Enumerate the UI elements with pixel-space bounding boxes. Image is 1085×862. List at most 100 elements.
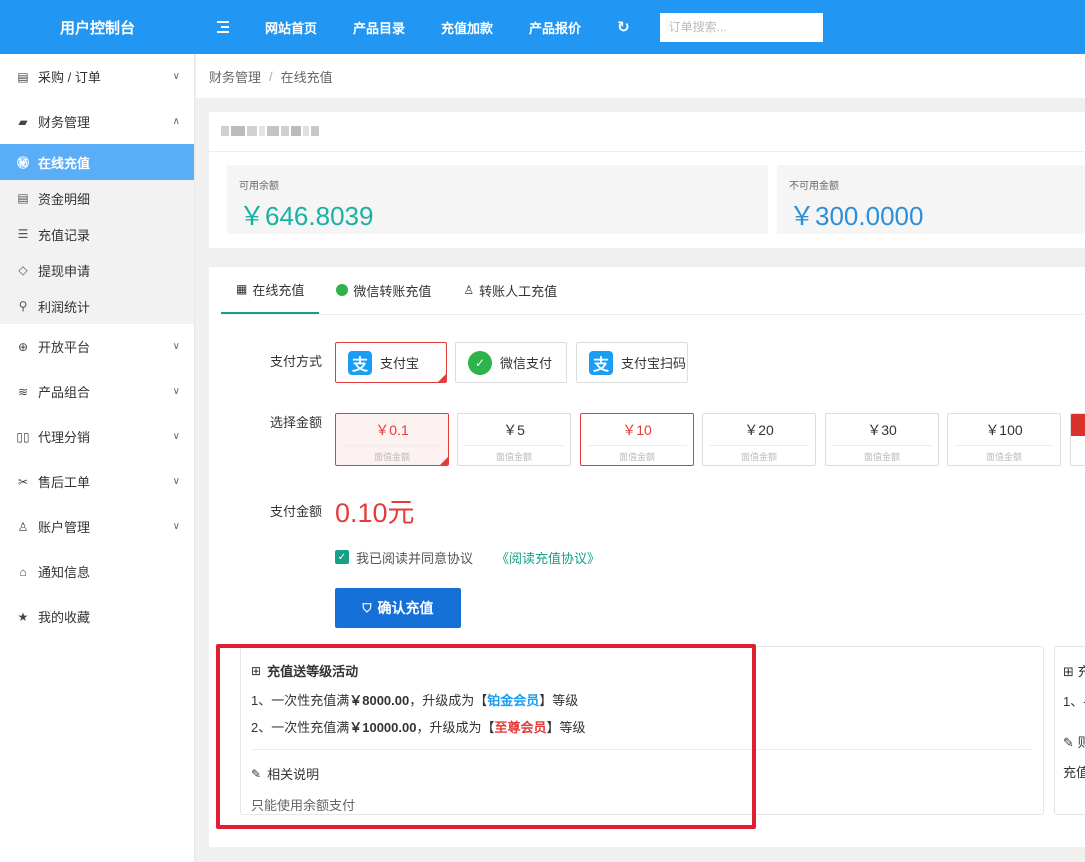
sidebar-item-agency[interactable]: ▯▯ 代理分销 ∨ [0,414,194,459]
sidebar-item-recharge-records[interactable]: ☰ 充值记录 [0,216,194,252]
available-balance-box: 可用余额 ￥646.8039 [227,165,768,234]
sidebar-item-label: 开放平台 [38,340,91,355]
edit-icon: ✎ [1063,735,1074,750]
sidebar-item-profit[interactable]: ⚲ 利润统计 [0,288,194,324]
nav-recharge[interactable]: 充值加款 [441,18,493,37]
sidebar-item-online-recharge[interactable]: ㊙ 在线充值 [0,144,194,180]
sidebar-item-label: 账户管理 [38,520,91,535]
gift-tag-icon [1071,414,1085,436]
promo-text: 】等级 [546,720,586,735]
promo-amount: ￥8000.00 [349,693,410,708]
tab-wechat-transfer[interactable]: 微信转账充值 [321,266,446,314]
agreement-link[interactable]: 《阅读充值协议》 [496,548,600,567]
sidebar-item-account[interactable]: ♙ 账户管理 ∨ [0,504,194,549]
amount-option[interactable]: ￥30 面值金额 [825,413,939,466]
partial-note: ✎ 则 [1063,732,1085,751]
partial-line: 1、- [1063,694,1085,709]
amount-sublabel: 面值金额 [863,451,900,462]
yen-icon: ㊙ [16,155,29,170]
amount-sublabel: 面值金额 [740,451,777,462]
sidebar-item-label: 我的收藏 [38,610,91,625]
sidebar-item-notifications[interactable]: ⌂ 通知信息 [0,549,194,594]
amount-option[interactable]: ￥5 面值金额 [457,413,571,466]
tab-online-recharge[interactable]: ▦ 在线充值 [221,266,320,314]
nav-catalog[interactable]: 产品目录 [353,18,405,37]
amount-option[interactable]: ￥20 面值金额 [702,413,816,466]
sidebar-item-withdraw[interactable]: ◇ 提现申请 [0,252,194,288]
windows-icon: ▦ [236,282,248,296]
promo-text: 2、一次性充值满 [251,720,350,735]
sidebar-item-label: 财务管理 [38,115,91,130]
pay-amount-value: 0.10元 [335,498,415,528]
partial-text: 则 [1078,735,1085,750]
alipay-icon: 支 [589,350,613,375]
gift-icon: ⊞ [251,663,262,678]
tab-manual-transfer[interactable]: ♙ 转账人工充值 [448,266,572,314]
sidebar-item-label: 利润统计 [38,299,91,315]
star-icon: ★ [17,609,29,624]
pay-method-alipay[interactable]: 支 支付宝 [335,342,447,383]
sidebar-item-open-platform[interactable]: ⊕ 开放平台 ∨ [0,324,194,369]
refresh-icon[interactable]: ↻ [617,18,630,36]
amount-value: ￥10 [587,414,687,446]
promo-text: 1、一次性充值满 [251,693,350,708]
confirm-recharge-button[interactable]: ⛉ 确认充值 [335,588,461,628]
note-text: 只能使用余额支付 [251,798,356,813]
amount-option[interactable]: ￥10 面值金额 [580,413,694,466]
pay-method-wechat[interactable]: ✓ 微信支付 [455,342,567,383]
pay-method-label: 支付宝 [380,356,420,371]
gift-icon: ⊞ [1063,664,1074,679]
breadcrumb-parent[interactable]: 财务管理 [209,67,261,86]
sidebar-item-orders[interactable]: ▤ 采购 / 订单 ∨ [0,54,194,99]
breadcrumb-separator: / [269,68,273,84]
order-search-input[interactable] [659,12,823,42]
chevron-up-icon: ∧ [172,116,180,127]
amount-select-label: 选择金额 [270,415,323,430]
partial-text: 充 [1078,664,1085,679]
pay-method-alipay-qr[interactable]: 支 支付宝扫码 [576,342,688,383]
nav-pricing[interactable]: 产品报价 [529,18,581,37]
promo-level-supreme: 至尊会员 [494,720,547,735]
payment-method-label: 支付方式 [270,354,323,369]
balance-card: 可用余额 ￥646.8039 不可用金额 ￥300.0000 [209,112,1085,248]
amount-value: ￥100 [954,414,1054,446]
tools-icon: ✂ [17,474,29,489]
nav-home[interactable]: 网站首页 [265,18,317,37]
promo-box-partial: ⊞ 充 1、- ✎ 则 充值 [1054,646,1085,815]
amount-option-partial[interactable] [1070,413,1085,466]
chevron-down-icon: ∨ [172,476,180,487]
document-icon: ▤ [17,191,29,205]
amount-sublabel: 面值金额 [618,451,655,462]
sidebar-item-fund-details[interactable]: ▤ 资金明细 [0,180,194,216]
sidebar-item-after-sales[interactable]: ✂ 售后工单 ∨ [0,459,194,504]
agree-checkbox[interactable]: ✓ [335,550,349,564]
sidebar-item-favorites[interactable]: ★ 我的收藏 [0,594,194,639]
list-icon: ☰ [17,227,29,241]
user-icon: ♙ [17,519,29,534]
agree-text: 我已阅读并同意协议 [356,551,474,566]
amount-value: ￥20 [709,414,809,446]
sidebar-item-label: 充值记录 [38,227,91,243]
breadcrumb: 财务管理 / 在线充值 [196,54,1085,99]
pay-method-label: 支付宝扫码 [621,356,687,371]
menu-toggle-icon[interactable] [217,21,231,33]
amount-option[interactable]: ￥0.1 面值金额 [335,413,449,466]
confirm-label: 确认充值 [377,600,434,616]
chevron-down-icon: ∨ [172,71,180,82]
top-bar: 用户控制台 网站首页 产品目录 充值加款 产品报价 ↻ [0,0,1085,54]
top-nav: 网站首页 产品目录 充值加款 产品报价 ↻ [195,0,823,54]
unavailable-balance-value: ￥300.0000 [789,201,924,231]
amount-sublabel: 面值金额 [373,451,410,462]
amount-option[interactable]: ￥100 面值金额 [947,413,1061,466]
user-icon: ♙ [463,283,475,297]
sidebar-item-label: 代理分销 [38,430,91,445]
tab-label: 微信转账充值 [353,283,432,299]
sidebar-item-label: 资金明细 [38,191,91,207]
sidebar-item-product-combo[interactable]: ≋ 产品组合 ∨ [0,369,194,414]
promo-amount: ￥10000.00 [349,720,417,735]
recharge-panel: ▦ 在线充值 微信转账充值 ♙ 转账人工充值 支付方式 支 支付宝 ✓ 微信支付… [209,267,1085,847]
sidebar-item-finance[interactable]: ▰ 财务管理 ∧ [0,99,194,144]
promo-title: ⊞ 充值送等级活动 [251,661,1033,680]
wechat-pay-icon: ✓ [468,350,492,375]
brand-title[interactable]: 用户控制台 [0,0,195,54]
